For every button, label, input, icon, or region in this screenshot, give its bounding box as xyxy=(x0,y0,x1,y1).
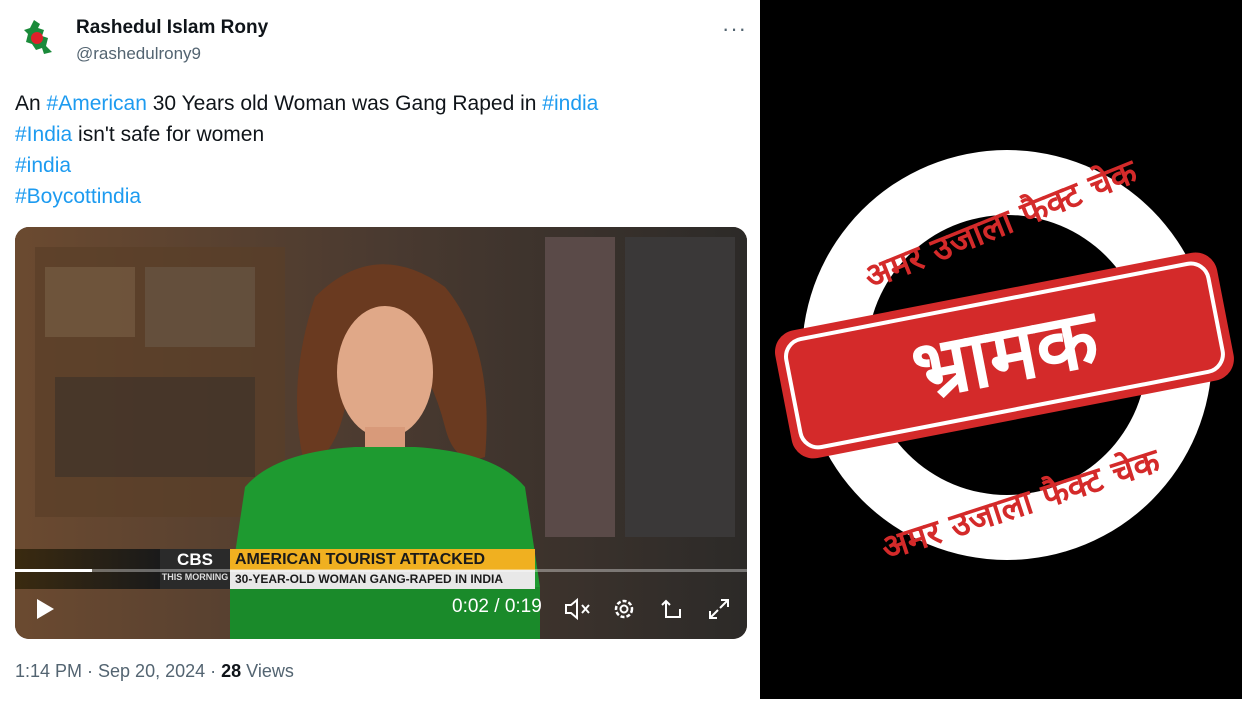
views-count: 28 xyxy=(221,661,242,681)
share-icon[interactable] xyxy=(660,597,684,621)
hashtag-boycottindia[interactable]: #Boycottindia xyxy=(15,185,141,208)
subheadline: 30-YEAR-OLD WOMAN GANG-RAPED IN INDIA xyxy=(230,570,535,589)
tweet-text: An #American 30 Years old Woman was Gang… xyxy=(15,92,599,208)
mute-icon[interactable] xyxy=(564,597,592,621)
hashtag-american[interactable]: #American xyxy=(47,92,147,115)
headline: AMERICAN TOURIST ATTACKED xyxy=(230,549,535,570)
play-icon[interactable] xyxy=(35,598,55,620)
fact-check-panel: अमर उजाला फैक्ट चेक अमर उजाला फैक्ट चेक … xyxy=(760,0,1242,699)
author-name[interactable]: Rashedul Islam Rony xyxy=(76,17,268,39)
more-options-icon[interactable]: ··· xyxy=(722,16,747,42)
settings-icon[interactable] xyxy=(612,597,636,621)
author-handle[interactable]: @rashedulrony9 xyxy=(76,44,201,64)
hashtag-india-2[interactable]: #India xyxy=(15,123,72,146)
progress-track[interactable] xyxy=(15,569,747,572)
hashtag-india[interactable]: #india xyxy=(542,92,598,115)
tweet-meta: 1:14 PM · Sep 20, 2024 · 28 Views xyxy=(15,661,294,681)
hashtag-india-3[interactable]: #india xyxy=(15,154,71,177)
time-display: 0:02 / 0:19 xyxy=(452,596,542,617)
progress-fill xyxy=(15,569,92,572)
tweet-card: Rashedul Islam Rony @rashedulrony9 ··· A… xyxy=(0,0,760,699)
avatar[interactable] xyxy=(22,18,60,60)
video-player[interactable]: CBS THIS MORNING AMERICAN TOURIST ATTACK… xyxy=(15,227,747,639)
fullscreen-icon[interactable] xyxy=(707,597,731,621)
